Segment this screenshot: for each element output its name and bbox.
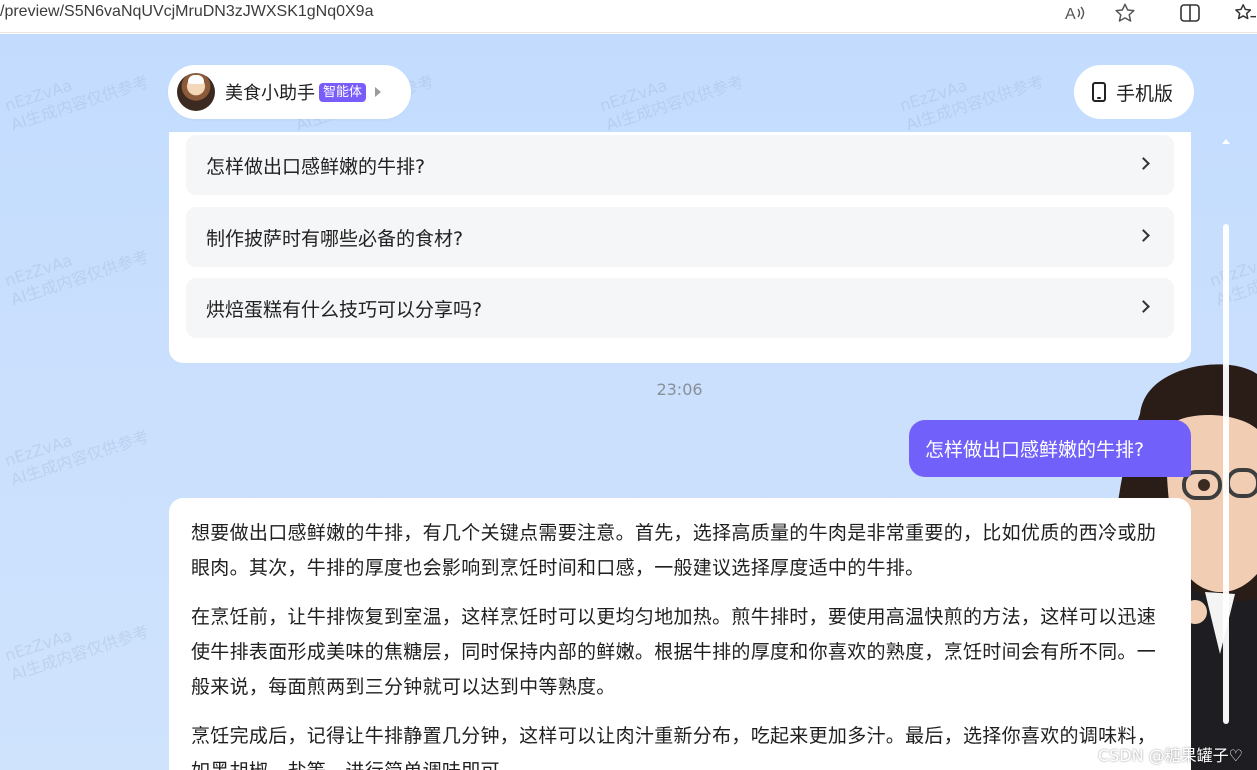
- svg-text:A: A: [1065, 6, 1076, 22]
- suggestion-card: 怎样做出口感鲜嫩的牛排? 制作披萨时有哪些必备的食材? 烘焙蛋糕有什么技巧可以分…: [169, 132, 1191, 363]
- scroll-up-arrow-icon[interactable]: [1222, 139, 1230, 144]
- mobile-version-button[interactable]: 手机版: [1074, 65, 1194, 119]
- chevron-right-icon: [1137, 157, 1150, 170]
- agent-selector[interactable]: 美食小助手 智能体: [168, 65, 411, 119]
- agent-badge: 智能体: [319, 82, 367, 102]
- answer-paragraph: 在烹饪前，让牛排恢复到室温，这样烹饪时可以更均匀地加热。煎牛排时，要使用高温快煎…: [191, 606, 1157, 698]
- answer-paragraph: 烹饪完成后，记得让牛排静置几分钟，这样可以让肉汁重新分布，吃起来更加多汁。最后，…: [191, 725, 1157, 770]
- chevron-right-icon: [1137, 229, 1150, 242]
- suggestion-text: 制作披萨时有哪些必备的食材?: [206, 227, 464, 250]
- suggestion-item[interactable]: 烘焙蛋糕有什么技巧可以分享吗?: [186, 278, 1174, 338]
- csdn-watermark: CSDN @糖果罐子♡: [1097, 746, 1243, 765]
- user-message: 怎样做出口感鲜嫩的牛排?: [909, 420, 1191, 477]
- chat-app: nEzZvAa AI生成内容仅供参考 nEzZvAa AI生成内容仅供参考 nEzZ…: [0, 34, 1257, 770]
- assistant-answer: 想要做出口感鲜嫩的牛排，有几个关键点需要注意。首先，选择高质量的牛肉是非常重要的…: [169, 498, 1191, 770]
- suggestion-text: 烘焙蛋糕有什么技巧可以分享吗?: [206, 298, 483, 321]
- watermark: nEzZvAaAI生成内容仅供参考: [1207, 246, 1257, 310]
- caret-right-icon: [375, 87, 382, 97]
- message-timestamp: 23:06: [656, 380, 703, 399]
- suggestion-item[interactable]: 怎样做出口感鲜嫩的牛排?: [186, 135, 1174, 195]
- watermark: nEzZvAaAI生成内容仅供参考: [897, 71, 1047, 135]
- watermark: nEzZvAaAI生成内容仅供参考: [2, 426, 152, 490]
- mobile-version-label: 手机版: [1116, 82, 1174, 105]
- address-bar[interactable]: /preview/S5N6vaNqUVcjMruDN3zJWXSK1gNq0X9…: [0, 0, 373, 24]
- favorites-icon[interactable]: [1232, 0, 1257, 26]
- split-screen-icon[interactable]: [1178, 0, 1202, 26]
- watermark: nEzZvAaAI生成内容仅供参考: [2, 71, 152, 135]
- agent-avatar: [177, 73, 215, 111]
- watermark: nEzZvAaAI生成内容仅供参考: [2, 621, 152, 685]
- suggestion-item[interactable]: 制作披萨时有哪些必备的食材?: [186, 207, 1174, 267]
- browser-toolbar: /preview/S5N6vaNqUVcjMruDN3zJWXSK1gNq0X9…: [0, 0, 1257, 33]
- scrollbar-thumb[interactable]: [1223, 224, 1229, 724]
- watermark: nEzZvAaAI生成内容仅供参考: [2, 246, 152, 310]
- chevron-right-icon: [1137, 300, 1150, 313]
- phone-icon: [1092, 82, 1106, 102]
- watermark: nEzZvAaAI生成内容仅供参考: [597, 71, 747, 135]
- read-aloud-icon[interactable]: A: [1064, 0, 1088, 26]
- suggestion-text: 怎样做出口感鲜嫩的牛排?: [206, 155, 426, 178]
- star-icon[interactable]: [1113, 0, 1137, 26]
- agent-name: 美食小助手: [225, 83, 315, 104]
- answer-paragraph: 想要做出口感鲜嫩的牛排，有几个关键点需要注意。首先，选择高质量的牛肉是非常重要的…: [191, 522, 1157, 579]
